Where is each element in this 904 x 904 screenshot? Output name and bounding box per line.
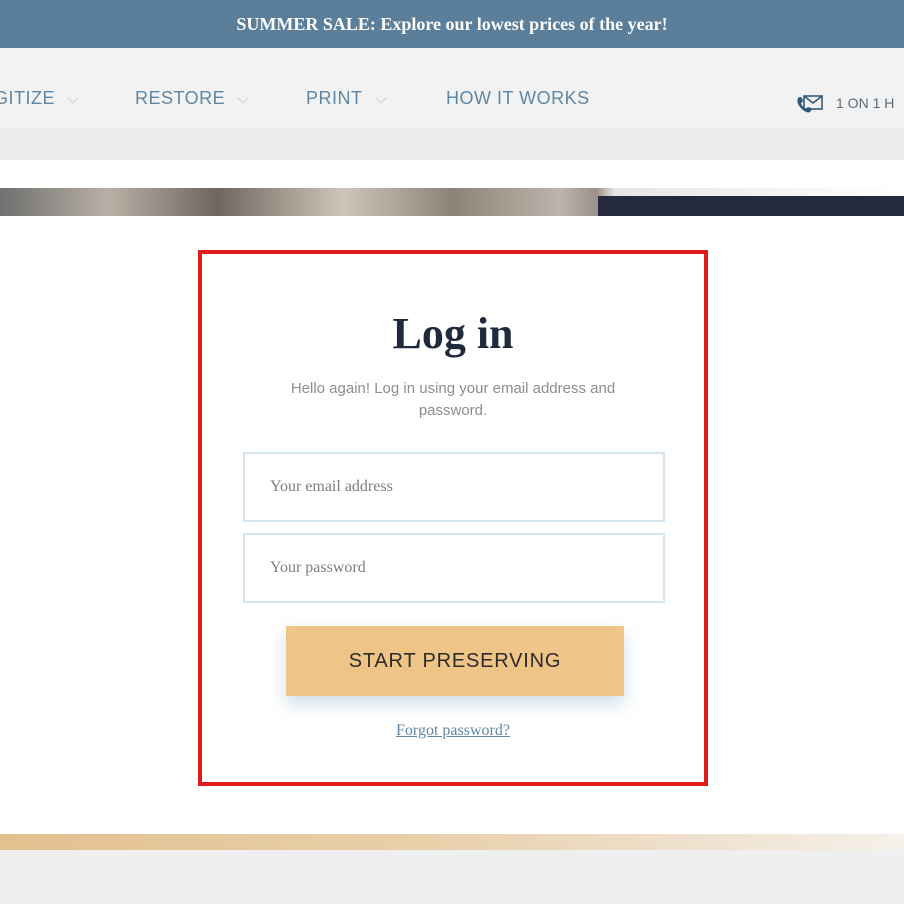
nav-menu: GITIZE RESTORE PRINT HOW IT WORKS 1 ON 1… [0,48,904,128]
hero-image [0,188,904,218]
start-preserving-button[interactable]: START PRESERVING [286,626,624,696]
contact-link[interactable]: 1 ON 1 H [796,92,894,114]
nav-divider [0,128,904,160]
email-field[interactable] [243,452,665,522]
password-field[interactable] [243,533,665,603]
login-page-panel: Log in Hello again! Log in using your em… [0,216,904,834]
login-subtitle: Hello again! Log in using your email add… [290,380,616,419]
nav-item-digitize[interactable]: GITIZE [0,88,79,109]
login-form: Log in Hello again! Log in using your em… [198,250,708,786]
main-navigation: GITIZE RESTORE PRINT HOW IT WORKS 1 ON 1… [0,48,904,160]
page-title: Log in [392,309,514,358]
decorative-gradient-bar [0,834,904,850]
chevron-down-icon [237,91,249,104]
phone-mail-icon [797,95,823,113]
chevron-down-icon [67,91,79,104]
nav-item-print[interactable]: PRINT [306,88,387,109]
nav-item-label: RESTORE [135,88,226,108]
hero-dark-panel [598,196,904,218]
button-label: START PRESERVING [348,649,562,672]
footer-area [0,850,904,904]
contact-label: 1 ON 1 H [836,95,895,111]
nav-item-label: PRINT [306,88,363,108]
promo-banner[interactable]: SUMMER SALE: Explore our lowest prices o… [0,0,904,48]
forgot-password-link[interactable]: Forgot password? [202,722,704,740]
nav-item-restore[interactable]: RESTORE [135,88,249,109]
nav-item-label: GITIZE [0,88,55,108]
promo-text: SUMMER SALE: Explore our lowest prices o… [236,13,668,34]
nav-item-how-it-works[interactable]: HOW IT WORKS [446,88,590,109]
chevron-down-icon [374,91,387,104]
nav-item-label: HOW IT WORKS [446,88,590,108]
